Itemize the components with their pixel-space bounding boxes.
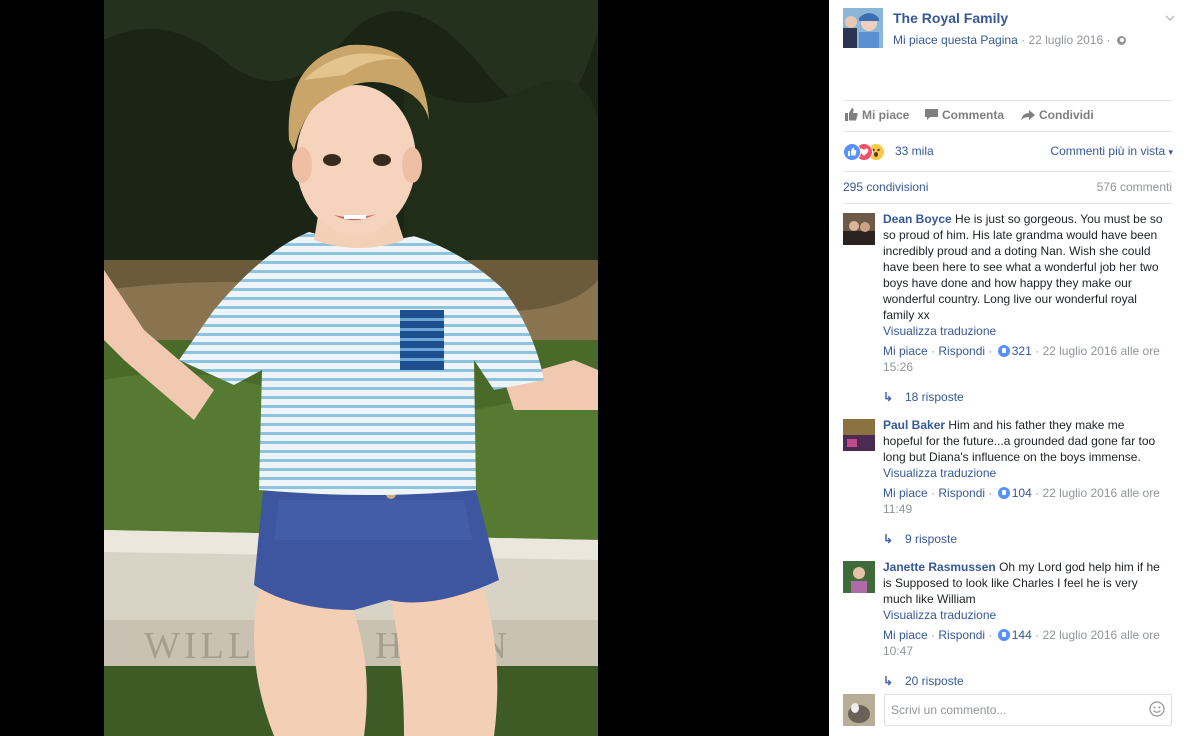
thumbs-up-icon — [845, 108, 858, 124]
reactions-count[interactable]: 33 mila — [895, 144, 934, 158]
photo-viewer: WILLI & C HERIN — [0, 0, 829, 736]
comment-bubble-icon — [925, 108, 938, 124]
comment-item: Dean Boyce He is just so gorgeous. You m… — [843, 211, 1173, 405]
comment-like-count[interactable]: 144 — [1012, 628, 1032, 642]
post-header: The Royal Family Mi piace questa Pagina … — [843, 8, 1177, 52]
commenter-avatar[interactable] — [843, 419, 875, 451]
comments-count[interactable]: 576 commenti — [1097, 180, 1172, 194]
comment-reply-link[interactable]: Rispondi — [938, 344, 985, 358]
post-side-panel: The Royal Family Mi piace questa Pagina … — [829, 0, 1191, 736]
view-replies-link[interactable]: ↳ 18 risposte — [883, 389, 1173, 405]
like-badge-icon — [997, 345, 1010, 357]
replies-count: 18 risposte — [905, 390, 964, 404]
share-label: Condividi — [1039, 108, 1094, 122]
see-translation-link[interactable]: Visualizza traduzione — [883, 465, 1173, 481]
comment-sort-dropdown[interactable]: Commenti più in vista ▾ — [1050, 144, 1173, 158]
replies-count: 9 risposte — [905, 532, 958, 546]
page-avatar[interactable] — [843, 8, 883, 48]
reactions-bar: 33 mila Commenti più in vista ▾ — [843, 142, 1173, 162]
comment-input[interactable] — [884, 694, 1172, 726]
comment-label: Commenta — [942, 108, 1005, 122]
comment-reply-link[interactable]: Rispondi — [938, 628, 985, 642]
comment-reply-link[interactable]: Rispondi — [938, 486, 985, 500]
comment-actions: Mi piace · Rispondi · 144 · 22 luglio 20… — [883, 628, 1160, 658]
like-badge-icon — [997, 629, 1010, 641]
comment-actions: Mi piace · Rispondi · 321 · 22 luglio 20… — [883, 344, 1160, 374]
post-stats: 295 condivisioni 576 commenti — [843, 180, 1172, 196]
caret-down-icon: ▾ — [1168, 147, 1173, 157]
post-date[interactable]: 22 luglio 2016 — [1028, 33, 1103, 47]
meta-separator-2: · — [1103, 33, 1114, 47]
share-button[interactable]: Condividi — [1021, 108, 1094, 124]
divider — [843, 100, 1172, 101]
comment-composer — [843, 694, 1173, 728]
divider — [843, 131, 1172, 132]
shares-count[interactable]: 295 condivisioni — [843, 180, 928, 194]
view-replies-link[interactable]: ↳ 9 risposte — [883, 531, 1173, 547]
reply-arrow-icon: ↳ — [883, 674, 894, 686]
comment-author[interactable]: Dean Boyce — [883, 212, 952, 226]
emoji-icon[interactable] — [1149, 701, 1165, 717]
like-button[interactable]: Mi piace — [845, 108, 909, 124]
comment-text: Janette Rasmussen Oh my Lord god help hi… — [883, 559, 1165, 607]
commenter-avatar[interactable] — [843, 561, 875, 593]
comment-like-count[interactable]: 104 — [1012, 486, 1032, 500]
comment-like-link[interactable]: Mi piace — [883, 486, 928, 500]
comment-message: He is just so gorgeous. You must be so s… — [883, 212, 1163, 322]
reply-arrow-icon: ↳ — [883, 390, 894, 404]
post-meta: Mi piace questa Pagina · 22 luglio 2016 … — [893, 33, 1126, 47]
chevron-down-icon[interactable] — [1163, 12, 1177, 26]
reply-arrow-icon: ↳ — [883, 532, 894, 546]
view-replies-link[interactable]: ↳ 20 risposte — [883, 673, 1173, 686]
comment-like-link[interactable]: Mi piace — [883, 628, 928, 642]
like-icon[interactable] — [843, 143, 861, 161]
comment-sort-label: Commenti più in vista — [1050, 144, 1166, 158]
divider — [843, 171, 1172, 172]
globe-icon — [1116, 36, 1126, 45]
share-arrow-icon — [1021, 108, 1035, 124]
page-name-link[interactable]: The Royal Family — [893, 10, 1008, 26]
comment-text: Dean Boyce He is just so gorgeous. You m… — [883, 211, 1165, 323]
see-translation-link[interactable]: Visualizza traduzione — [883, 323, 1173, 339]
comment-text: Paul Baker Him and his father they make … — [883, 417, 1165, 465]
post-photo[interactable]: WILLI & C HERIN — [104, 0, 598, 736]
action-bar: Mi piace Commenta Condividi — [843, 104, 1177, 128]
comments-list: Dean Boyce He is just so gorgeous. You m… — [843, 211, 1173, 686]
liked-page-status[interactable]: Mi piace questa Pagina — [893, 33, 1018, 47]
like-label: Mi piace — [862, 108, 910, 122]
comment-actions: Mi piace · Rispondi · 104 · 22 luglio 20… — [883, 486, 1160, 516]
meta-separator: · — [1017, 33, 1029, 47]
comment-like-count[interactable]: 321 — [1012, 344, 1032, 358]
user-avatar[interactable] — [843, 694, 875, 726]
like-badge-icon — [997, 487, 1010, 499]
commenter-avatar[interactable] — [843, 213, 875, 245]
comment-like-link[interactable]: Mi piace — [883, 344, 928, 358]
comment-item: Janette Rasmussen Oh my Lord god help hi… — [843, 559, 1173, 686]
comment-author[interactable]: Paul Baker — [883, 418, 945, 432]
comment-item: Paul Baker Him and his father they make … — [843, 417, 1173, 547]
comment-button[interactable]: Commenta — [925, 108, 1004, 124]
replies-count: 20 risposte — [905, 674, 964, 686]
see-translation-link[interactable]: Visualizza traduzione — [883, 607, 1173, 623]
comment-author[interactable]: Janette Rasmussen — [883, 560, 996, 574]
divider — [843, 203, 1172, 204]
